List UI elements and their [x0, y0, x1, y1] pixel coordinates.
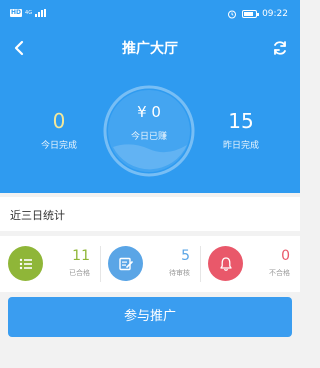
refresh-icon[interactable] — [270, 38, 290, 58]
bell-icon — [208, 246, 243, 281]
status-left: HD 4G — [10, 9, 47, 17]
qualified-label: 已合格 — [69, 269, 90, 277]
unqualified-stat[interactable]: 0 不合格 — [200, 236, 300, 292]
page-title: 推广大厅 — [122, 41, 178, 57]
today-completed-value: 0 — [52, 109, 66, 133]
yesterday-completed-value: 15 — [228, 109, 254, 133]
pending-stat[interactable]: 5 待审核 — [100, 236, 200, 292]
status-right: 09:22 — [227, 9, 288, 19]
pending-label: 待审核 — [169, 269, 190, 277]
unqualified-value: 0 — [281, 248, 290, 264]
qualified-stat[interactable]: 11 已合格 — [0, 236, 100, 292]
edit-note-icon — [108, 246, 143, 281]
nav-bar: 推广大厅 — [0, 34, 300, 66]
signal-icon — [35, 9, 47, 17]
today-completed-label: 今日完成 — [40, 141, 77, 151]
today-completed-stat: 0 今日完成 — [14, 110, 104, 151]
recent-stats-title: 近三日统计 — [10, 209, 65, 222]
recent-stats-row: 11 已合格 5 待审核 0 不合格 — [0, 236, 300, 292]
pending-value: 5 — [181, 248, 190, 264]
status-bar: HD 4G 09:22 — [0, 0, 300, 34]
today-earned-circle: ¥ 0 今日已赚 — [101, 83, 197, 179]
join-promotion-button[interactable]: 参与推广 — [8, 297, 292, 337]
status-time: 09:22 — [262, 9, 288, 19]
hd-badge: HD — [10, 9, 23, 17]
qualified-value: 11 — [72, 248, 90, 264]
battery-icon — [242, 10, 260, 18]
unqualified-label: 不合格 — [269, 269, 290, 277]
recent-stats-header: 近三日统计 — [0, 197, 300, 231]
yesterday-completed-stat: 15 昨日完成 — [196, 110, 286, 151]
list-icon — [8, 246, 43, 281]
today-earned-value: ¥ 0 — [137, 103, 161, 121]
alarm-icon — [228, 10, 237, 19]
today-earned-label: 今日已赚 — [130, 132, 167, 142]
yesterday-completed-label: 昨日完成 — [222, 141, 259, 151]
network-label: 4G — [25, 9, 33, 16]
